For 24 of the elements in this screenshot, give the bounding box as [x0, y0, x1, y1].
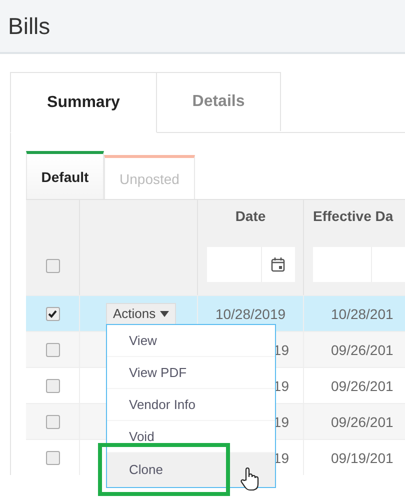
tab[interactable]: Summary	[10, 72, 157, 133]
calendar-icon	[271, 257, 285, 272]
menu-item[interactable]: Vendor Info	[107, 389, 275, 421]
menu-item[interactable]: Clone	[107, 453, 275, 487]
table-cell: 09/26/201	[304, 331, 405, 367]
checkbox[interactable]	[46, 450, 60, 464]
column-header-label: Effective Da	[313, 208, 394, 224]
table-cell: 10/28/201	[304, 295, 405, 331]
page-title: Bills	[8, 12, 50, 40]
check-icon	[48, 310, 57, 318]
checkbox[interactable]	[46, 259, 60, 273]
menu-item[interactable]: View PDF	[107, 357, 275, 389]
table-cell: 09/26/201	[304, 403, 405, 439]
date-filter-field[interactable]	[206, 247, 294, 282]
caret-icon	[160, 310, 169, 316]
menu-item[interactable]: View	[107, 325, 275, 357]
column-header-label: Date	[235, 208, 266, 224]
actions-button[interactable]: Actions	[106, 302, 176, 324]
subtab[interactable]: Default	[26, 151, 104, 199]
checkbox[interactable]	[46, 378, 60, 392]
tab[interactable]: Details	[157, 72, 281, 131]
checkbox[interactable]	[46, 306, 60, 320]
checkbox[interactable]	[46, 414, 60, 428]
checkbox[interactable]	[46, 342, 60, 356]
